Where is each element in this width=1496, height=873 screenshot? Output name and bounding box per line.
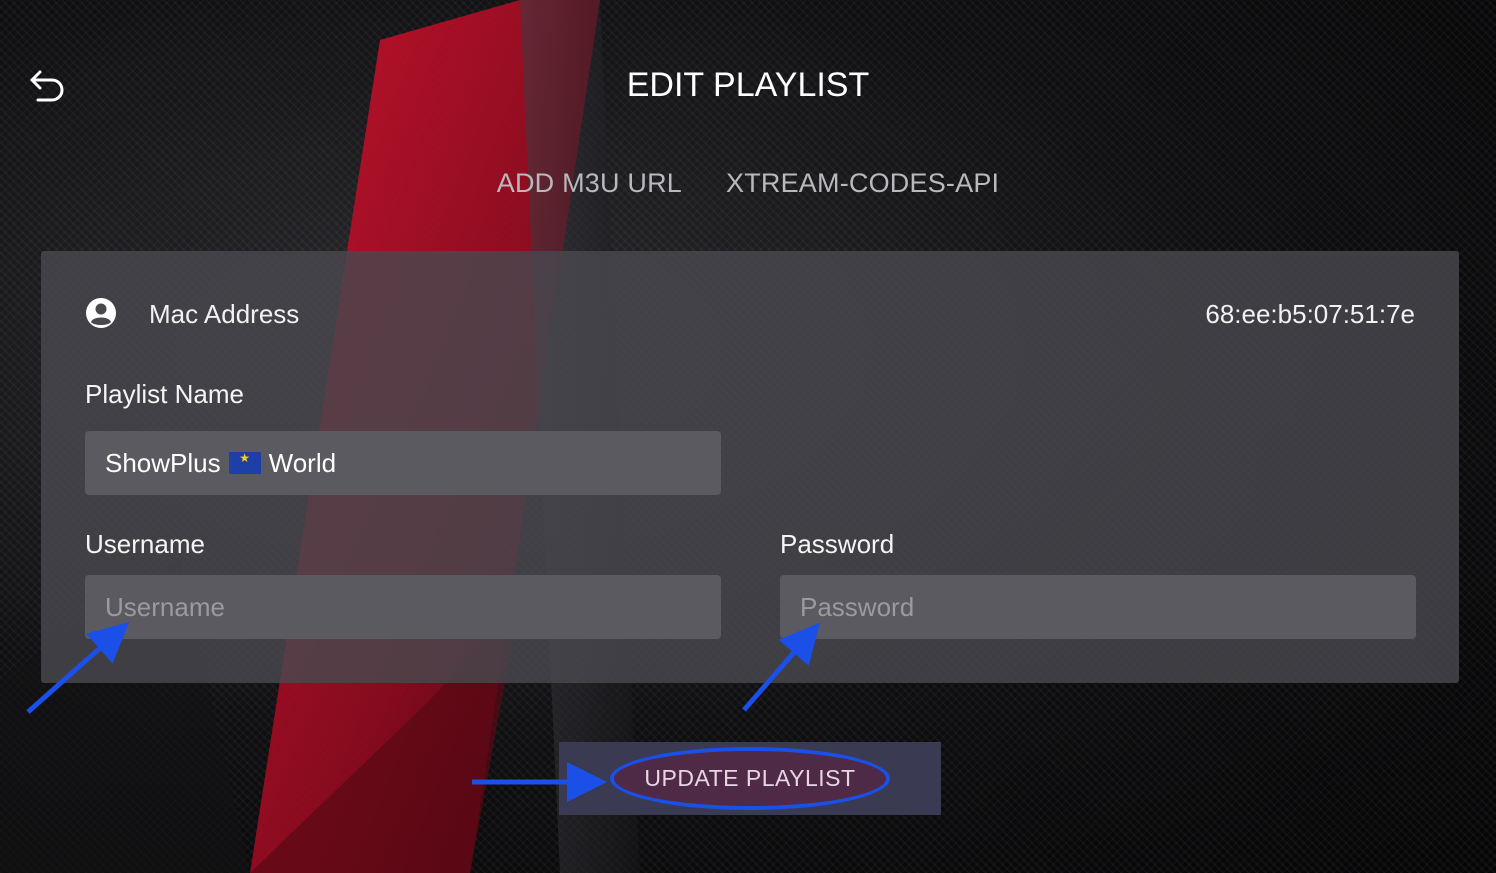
playlist-name-value-suffix: World [268,447,337,478]
tab-add-m3u-url[interactable]: ADD M3U URL [497,168,682,199]
tab-xtream-codes-api[interactable]: XTREAM-CODES-API [726,168,999,199]
playlist-name-value-prefix: ShowPlus [105,447,221,478]
playlist-name-label: Playlist Name [85,379,244,409]
mac-address-label: Mac Address [149,299,300,329]
password-label: Password [780,529,895,559]
eu-flag-icon [228,451,261,474]
password-placeholder: Password [800,591,915,622]
tab-bar: ADD M3U URL XTREAM-CODES-API [0,168,1496,199]
account-circle-icon [86,298,116,328]
username-input[interactable]: Username [85,575,721,639]
update-playlist-label: UPDATE PLAYLIST [610,747,890,810]
playlist-form-panel: Mac Address 68:ee:b5:07:51:7e Playlist N… [41,251,1459,683]
mac-address-row: Mac Address 68:ee:b5:07:51:7e [85,295,1415,331]
password-input[interactable]: Password [780,575,1416,639]
username-placeholder: Username [105,591,225,622]
playlist-name-input[interactable]: ShowPlus World [85,431,721,495]
mac-address-value: 68:ee:b5:07:51:7e [1205,299,1415,329]
update-playlist-button[interactable]: UPDATE PLAYLIST [559,742,941,815]
username-label: Username [85,529,205,559]
page-title: EDIT PLAYLIST [626,66,870,104]
